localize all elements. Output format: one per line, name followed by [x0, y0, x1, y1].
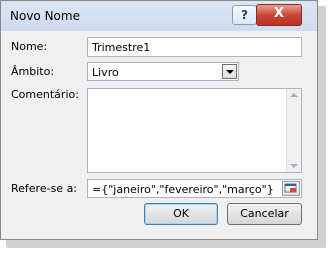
close-button[interactable]: X	[256, 4, 302, 26]
dialog-body: Nome: Trimestre1 Âmbito: Livro Comentári…	[8, 31, 310, 233]
help-button[interactable]: ?	[232, 5, 257, 25]
scroll-up-icon[interactable]	[290, 93, 298, 97]
scroll-down-icon[interactable]	[290, 164, 298, 168]
comment-label: Comentário:	[11, 88, 79, 101]
dialog-title: Novo Nome	[10, 9, 80, 23]
refers-to-input[interactable]: ={"janeiro","fevereiro","março"}	[87, 179, 302, 198]
refers-to-label: Refere-se a:	[11, 182, 78, 195]
ok-button[interactable]: OK	[144, 203, 218, 225]
scope-dropdown[interactable]: Livro	[87, 62, 239, 81]
close-icon: X	[273, 6, 285, 21]
collapse-dialog-button[interactable]	[282, 181, 300, 196]
chevron-down-icon[interactable]	[222, 64, 237, 79]
scope-value: Livro	[92, 66, 119, 79]
comment-textarea[interactable]	[87, 88, 302, 173]
new-name-dialog: Novo Nome ? X Nome: Trimestre1 Âmbito: L…	[0, 0, 318, 240]
refers-to-value: ={"janeiro","fevereiro","março"}	[92, 183, 274, 196]
range-select-icon	[284, 183, 297, 193]
name-label: Nome:	[11, 40, 48, 53]
cancel-button[interactable]: Cancelar	[227, 203, 302, 225]
name-input[interactable]: Trimestre1	[87, 37, 302, 57]
title-bar[interactable]: Novo Nome ? X	[1, 1, 317, 31]
comment-scrollbar[interactable]	[286, 89, 301, 172]
scope-label: Âmbito:	[11, 65, 55, 78]
